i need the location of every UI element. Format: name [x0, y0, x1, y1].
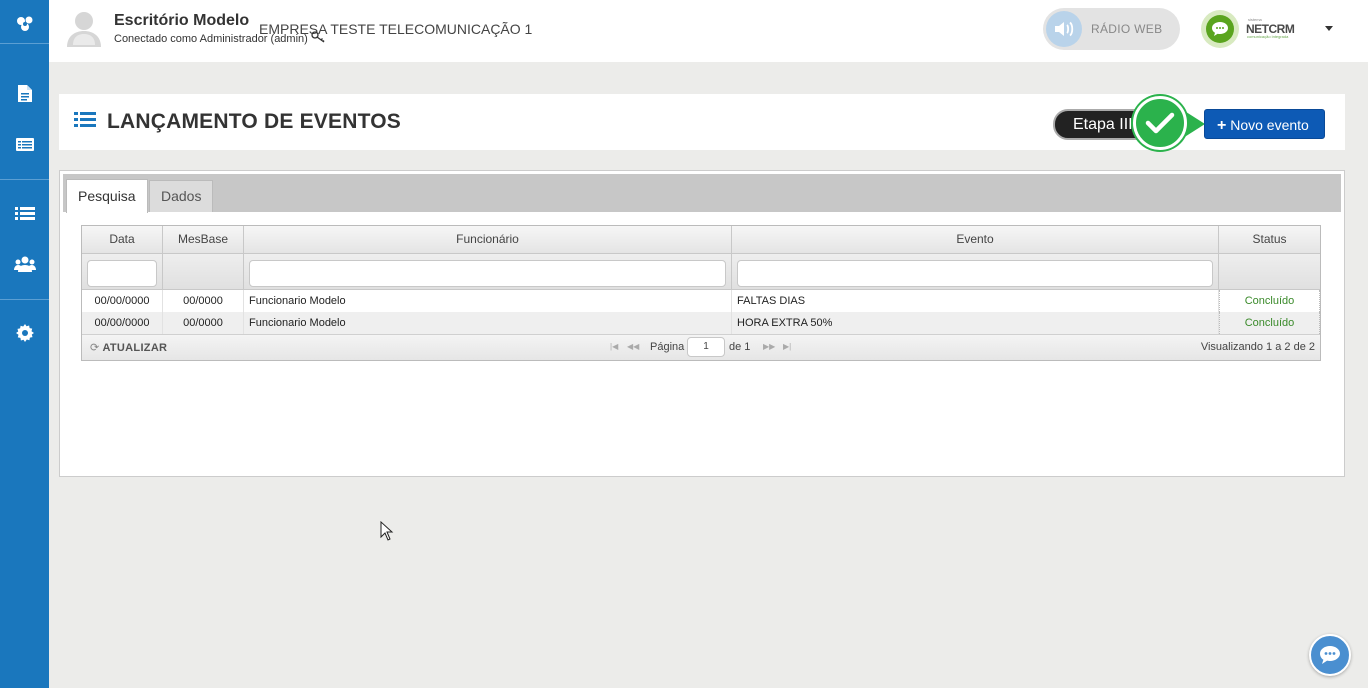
pager: ⟳ ATUALIZAR |◀ ◀◀ Página 1 de 1 ▶▶ ▶| Vi…: [82, 334, 1320, 360]
filter-funcionario-input[interactable]: [249, 260, 726, 287]
cell-evento: FALTAS DIAS: [732, 290, 1219, 312]
cell-status: Concluído: [1219, 312, 1320, 334]
connected-as: Conectado como Administrador (admin): [114, 33, 308, 45]
netcrm-logo-icon[interactable]: [1201, 10, 1239, 48]
app-logo-icon[interactable]: [0, 6, 49, 42]
new-event-button[interactable]: + Novo evento: [1204, 109, 1325, 139]
cell-data: 00/00/0000: [82, 312, 163, 334]
column-header-funcionario[interactable]: Funcionário: [244, 226, 732, 254]
cell-funcionario: Funcionario Modelo: [244, 290, 732, 312]
cell-mesbase: 00/0000: [163, 290, 244, 312]
page-header: LANÇAMENTO DE EVENTOS Etapa III + Novo e…: [59, 94, 1345, 150]
tab-pesquisa[interactable]: Pesquisa: [66, 179, 148, 213]
content-panel: Pesquisa Dados Data MesBase Funcionário …: [59, 170, 1345, 477]
page-of-label: de 1: [729, 341, 751, 353]
filter-cell: [732, 254, 1219, 290]
column-header-evento[interactable]: Evento: [732, 226, 1219, 254]
filter-data-input[interactable]: [87, 260, 157, 287]
key-icon[interactable]: [311, 30, 325, 43]
next-page-icon[interactable]: ▶▶: [763, 342, 775, 351]
gear-icon[interactable]: [0, 315, 49, 351]
column-header-mesbase[interactable]: MesBase: [163, 226, 244, 254]
filter-evento-input[interactable]: [737, 260, 1213, 287]
refresh-label: ATUALIZAR: [102, 342, 168, 354]
tab-bar: Pesquisa Dados: [63, 174, 1341, 213]
cell-evento: HORA EXTRA 50%: [732, 312, 1219, 334]
mouse-cursor-icon: [380, 520, 394, 541]
list-icon[interactable]: [0, 195, 49, 231]
radio-web-button[interactable]: RÁDIO WEB: [1043, 8, 1180, 50]
sidebar-divider: [0, 179, 49, 180]
cell-mesbase: 00/0000: [163, 312, 244, 334]
card-list-icon[interactable]: [0, 126, 49, 162]
events-grid: Data MesBase Funcionário Evento Status 0…: [81, 225, 1321, 361]
document-icon[interactable]: [0, 75, 49, 111]
cell-data: 00/00/0000: [82, 290, 163, 312]
column-header-data[interactable]: Data: [82, 226, 163, 254]
sidebar: [0, 0, 49, 688]
check-icon: [1133, 96, 1187, 150]
top-bar: Escritório Modelo EMPRESA TESTE TELECOMU…: [49, 0, 1368, 62]
speaker-icon: [1046, 11, 1082, 47]
list-icon: [74, 111, 96, 129]
tab-dados[interactable]: Dados: [149, 180, 214, 212]
page-title: LANÇAMENTO DE EVENTOS: [107, 110, 401, 133]
user-menu-caret-icon[interactable]: [1325, 26, 1333, 31]
avatar[interactable]: [67, 9, 101, 47]
first-page-icon[interactable]: |◀: [610, 342, 618, 351]
logo-tagline: comunicação integrada: [1247, 34, 1289, 39]
grid-header: Data MesBase Funcionário Evento Status: [82, 226, 1320, 254]
refresh-icon: ⟳: [90, 342, 100, 354]
table-row[interactable]: 00/00/0000 00/0000 Funcionario Modelo FA…: [82, 290, 1320, 312]
viewing-info: Visualizando 1 a 2 de 2: [1200, 341, 1315, 353]
filter-row: [82, 254, 1320, 290]
last-page-icon[interactable]: ▶|: [783, 342, 791, 351]
page-label: Página: [650, 341, 685, 353]
page-input[interactable]: 1: [687, 337, 725, 357]
filter-cell: [1219, 254, 1320, 290]
table-row[interactable]: 00/00/0000 00/0000 Funcionario Modelo HO…: [82, 312, 1320, 334]
filter-cell: [163, 254, 244, 290]
filter-cell: [244, 254, 732, 290]
new-event-label: Novo evento: [1230, 117, 1309, 133]
refresh-button[interactable]: ⟳ ATUALIZAR: [90, 341, 167, 354]
radio-web-label: RÁDIO WEB: [1091, 22, 1163, 36]
sidebar-divider: [0, 299, 49, 300]
sidebar-divider: [0, 43, 49, 44]
office-name: Escritório Modelo: [114, 12, 250, 29]
column-header-status[interactable]: Status: [1219, 226, 1320, 254]
chat-bubble-icon[interactable]: [1309, 634, 1351, 676]
cell-funcionario: Funcionario Modelo: [244, 312, 732, 334]
prev-page-icon[interactable]: ◀◀: [627, 342, 639, 351]
plus-icon: +: [1217, 117, 1227, 134]
filter-cell: [82, 254, 163, 290]
users-icon[interactable]: [0, 246, 49, 282]
cell-status: Concluído: [1219, 290, 1320, 312]
